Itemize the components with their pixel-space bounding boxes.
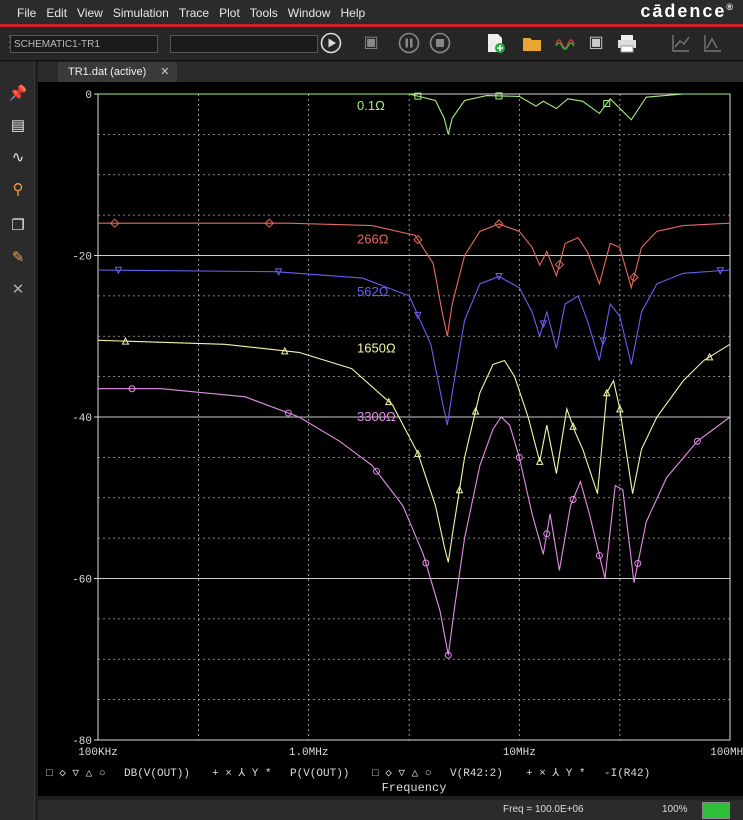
legend-current-label: -I(R42) xyxy=(604,768,650,780)
y-tick-label: 0 xyxy=(85,90,92,102)
left-toolbar: 📌 ▤ ∿ ⚲ ❐ ✎ ✕ xyxy=(0,62,35,820)
legend-db-markers: □ ◇ ▽ △ ○ xyxy=(46,768,105,780)
y-tick-label: -20 xyxy=(72,252,92,264)
simulation-search-field[interactable] xyxy=(170,35,318,53)
new-plot-icon[interactable] xyxy=(484,32,506,54)
brand-logo: cādence® xyxy=(640,1,733,22)
trace-search-icon[interactable]: ⚲ xyxy=(6,178,30,202)
brand-text: cādence xyxy=(640,1,727,21)
legend-current-markers: + × ⅄ Y * xyxy=(526,767,586,780)
netlist-icon[interactable]: ▤ xyxy=(6,114,30,138)
status-frequency: Freq = 100.0E+06 xyxy=(503,804,584,815)
stop-icon[interactable] xyxy=(429,32,451,54)
pin-icon[interactable]: 📌 xyxy=(6,82,30,106)
trace-line xyxy=(98,93,730,135)
waveform-icon[interactable] xyxy=(554,32,576,54)
toggle-cursor-icon[interactable] xyxy=(670,32,692,54)
delete-trace-icon[interactable]: ✕ xyxy=(6,278,30,302)
windows-icon[interactable]: ❐ xyxy=(6,214,30,238)
trace-labels: 0.1Ω 266Ω 562Ω 1650Ω 3300Ω xyxy=(357,98,396,424)
toolbar: ⋮ ▣ ▣ xyxy=(0,27,743,61)
y-tick-label: -40 xyxy=(72,413,92,425)
plot-svg[interactable]: 0-20-40-60-80100KHz1.0MHz10MHz100MHz 0.1… xyxy=(38,82,743,796)
simulation-profile-field[interactable] xyxy=(10,35,158,53)
plot-traces xyxy=(97,92,731,659)
trace-label: 266Ω xyxy=(357,231,389,246)
menu-file[interactable]: File xyxy=(12,0,41,20)
registered-mark: ® xyxy=(726,2,733,12)
plot-grid xyxy=(97,93,730,741)
menu-simulation[interactable]: Simulation xyxy=(108,0,174,20)
trace-legend: □ ◇ ▽ △ ○ DB(V(OUT)) + × ⅄ Y * P(V(OUT))… xyxy=(46,767,650,780)
menu-tools[interactable]: Tools xyxy=(245,0,283,20)
menu-edit[interactable]: Edit xyxy=(41,0,72,20)
x-tick-label: 10MHz xyxy=(503,747,536,759)
trace-label: 1650Ω xyxy=(357,340,396,355)
trace-label: 562Ω xyxy=(357,284,389,299)
save-results-icon[interactable]: ▣ xyxy=(360,32,382,54)
menu-window[interactable]: Window xyxy=(283,0,336,20)
trace-line xyxy=(97,269,731,426)
tab-close-icon[interactable]: ✕ xyxy=(160,66,169,78)
menu-trace[interactable]: Trace xyxy=(174,0,214,20)
trace-label: 0.1Ω xyxy=(357,98,385,113)
y-tick-label: -60 xyxy=(72,575,92,587)
status-bar: Freq = 100.0E+06 100% xyxy=(38,800,743,820)
menu-items: File Edit View Simulation Trace Plot Tools Wind… xyxy=(12,0,370,22)
pause-icon[interactable] xyxy=(398,32,420,54)
legend-power-label: P(V(OUT)) xyxy=(290,768,349,780)
legend-power-markers: + × ⅄ Y * xyxy=(212,767,272,780)
menu-bar: File Edit View Simulation Trace Plot Tools Wind… xyxy=(0,0,743,24)
x-tick-label: 1.0MHz xyxy=(289,747,329,759)
tab-tr1-dat[interactable]: TR1.dat (active) ✕ xyxy=(58,62,178,82)
tab-strip: TR1.dat (active) ✕ xyxy=(38,62,743,82)
open-folder-icon[interactable] xyxy=(521,32,543,54)
x-tick-label: 100KHz xyxy=(78,747,118,759)
tab-label: TR1.dat (active) xyxy=(68,66,147,78)
menu-help[interactable]: Help xyxy=(335,0,370,20)
legend-db-label: DB(V(OUT)) xyxy=(124,768,190,780)
trace-line xyxy=(97,339,731,563)
plot-area[interactable]: 0-20-40-60-80100KHz1.0MHz10MHz100MHz 0.1… xyxy=(38,82,743,796)
simulation-status-indicator xyxy=(702,802,730,819)
run-icon[interactable] xyxy=(320,32,342,54)
menu-plot[interactable]: Plot xyxy=(214,0,245,20)
add-trace-icon[interactable]: ∿ xyxy=(6,146,30,170)
cursor-peak-icon[interactable] xyxy=(702,32,724,54)
cursor-icon[interactable]: ✎ xyxy=(6,246,30,270)
x-axis-label: Frequency xyxy=(382,781,447,795)
trace-line xyxy=(98,388,731,656)
legend-voltage-markers: □ ◇ ▽ △ ○ xyxy=(372,768,431,780)
toolbar-grip-icon: ⋮ xyxy=(2,32,18,54)
legend-voltage-label: V(R42:2) xyxy=(450,768,503,780)
x-tick-label: 100MHz xyxy=(710,747,743,759)
save-icon[interactable]: ▣ xyxy=(585,32,607,54)
status-zoom: 100% xyxy=(662,804,688,815)
plot-axes: 0-20-40-60-80100KHz1.0MHz10MHz100MHz xyxy=(72,90,743,759)
trace-label: 3300Ω xyxy=(357,409,396,424)
print-icon[interactable] xyxy=(616,32,638,54)
menu-view[interactable]: View xyxy=(72,0,108,20)
